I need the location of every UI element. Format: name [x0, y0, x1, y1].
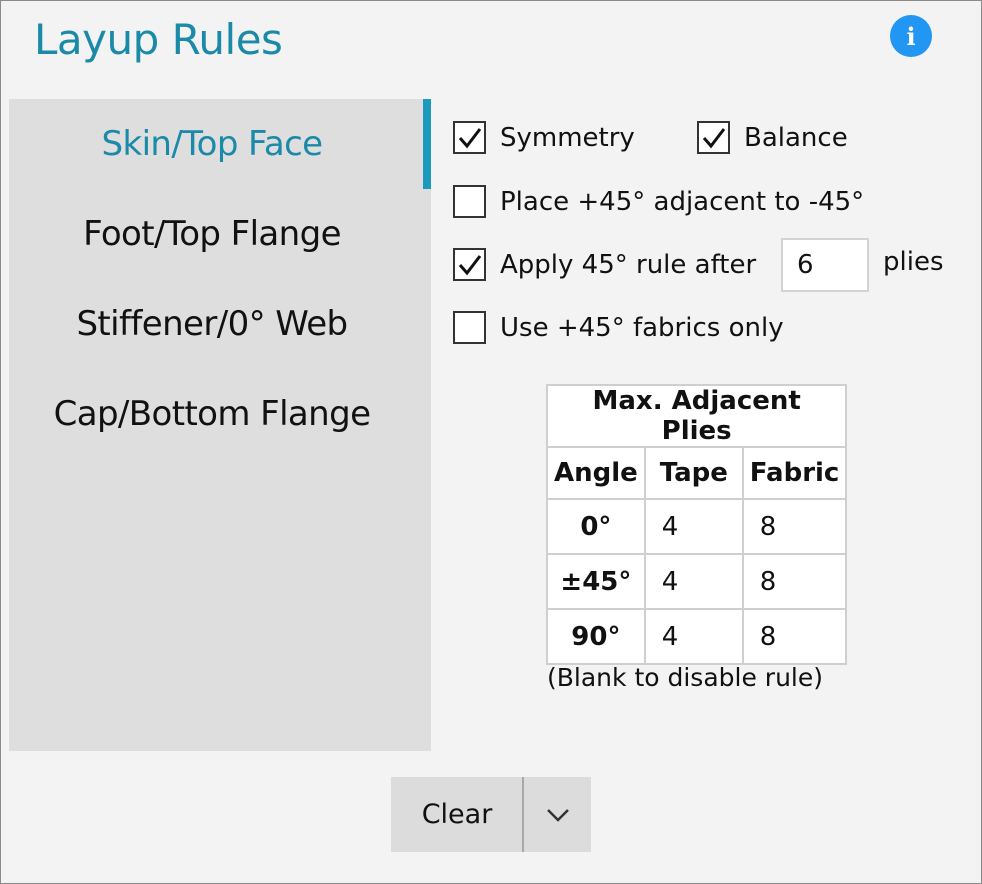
dialog-title: Layup Rules	[34, 15, 283, 64]
active-tab-indicator	[423, 99, 431, 189]
symmetry-checkbox[interactable]	[453, 121, 486, 154]
sidebar-item-cap-bottom-flange[interactable]: Cap/Bottom Flange	[1, 394, 423, 434]
table-title: Max. Adjacent Plies	[545, 384, 848, 448]
place-adjacent-option[interactable]: Place +45° adjacent to -45°	[453, 185, 864, 218]
sidebar-item-stiffener-web[interactable]: Stiffener/0° Web	[1, 304, 423, 344]
sidebar-item-skin-top-face[interactable]: Skin/Top Face	[1, 124, 423, 164]
apply-rule-checkbox[interactable]	[453, 248, 486, 281]
checkmark-icon	[702, 127, 725, 148]
balance-option[interactable]: Balance	[697, 121, 848, 154]
angle-cell: 0°	[546, 498, 646, 555]
balance-label: Balance	[744, 122, 848, 153]
column-header-angle: Angle	[546, 446, 646, 500]
place-adjacent-label: Place +45° adjacent to -45°	[500, 186, 865, 217]
fabric-cell[interactable]: 8	[741, 498, 848, 555]
fabrics-only-checkbox[interactable]	[453, 311, 486, 344]
max-adjacent-plies-table: Max. Adjacent Plies Angle Tape Fabric 0°…	[545, 384, 848, 665]
table-note: (Blank to disable rule)	[547, 663, 823, 692]
info-icon[interactable]: i	[890, 15, 932, 57]
table-row: 0° 4 8	[546, 498, 848, 555]
column-header-fabric: Fabric	[741, 446, 848, 500]
column-header-tape: Tape	[643, 446, 744, 500]
plies-label: plies	[883, 247, 944, 277]
clear-button[interactable]: Clear	[391, 777, 523, 852]
table-row: ±45° 4 8	[546, 553, 848, 610]
apply-rule-plies-input[interactable]: 6	[781, 238, 869, 292]
sidebar-item-foot-top-flange[interactable]: Foot/Top Flange	[1, 214, 423, 254]
tape-cell[interactable]: 4	[643, 608, 744, 665]
fabric-cell[interactable]: 8	[741, 553, 848, 610]
checkmark-icon	[458, 254, 481, 275]
angle-cell: 90°	[546, 608, 646, 665]
checkmark-icon	[458, 127, 481, 148]
angle-cell: ±45°	[546, 553, 646, 610]
place-adjacent-checkbox[interactable]	[453, 185, 486, 218]
chevron-down-icon	[546, 808, 569, 822]
tape-cell[interactable]: 4	[643, 553, 744, 610]
fabric-cell[interactable]: 8	[741, 608, 848, 665]
layup-rules-dialog: Layup Rules i Skin/Top Face Foot/Top Fla…	[0, 0, 982, 884]
apply-rule-label: Apply 45° rule after	[500, 249, 757, 280]
balance-checkbox[interactable]	[697, 121, 730, 154]
apply-rule-option[interactable]: Apply 45° rule after	[453, 248, 756, 281]
symmetry-label: Symmetry	[500, 122, 635, 153]
fabrics-only-label: Use +45° fabrics only	[500, 312, 784, 343]
table-row: 90° 4 8	[546, 608, 848, 665]
fabrics-only-option[interactable]: Use +45° fabrics only	[453, 311, 784, 344]
clear-dropdown-button[interactable]	[524, 777, 591, 852]
symmetry-option[interactable]: Symmetry	[453, 121, 635, 154]
tape-cell[interactable]: 4	[643, 498, 744, 555]
